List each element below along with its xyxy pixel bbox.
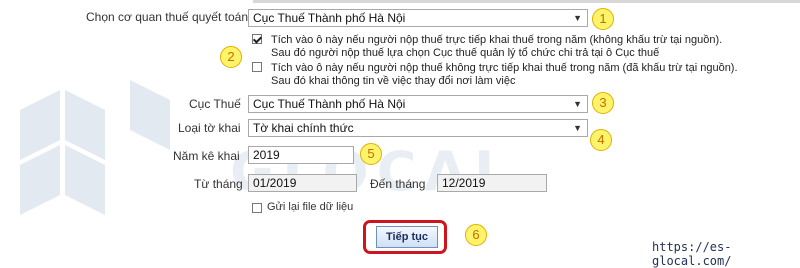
year-input[interactable]: 2019 — [248, 146, 354, 164]
tax-authority-select[interactable]: Cục Thuế Thành phố Hà Nội ▼ — [248, 9, 588, 27]
declaration-type-select[interactable]: Tờ khai chính thức ▼ — [248, 119, 588, 137]
annotation-badge-1: 1 — [592, 8, 614, 30]
continue-button[interactable]: Tiếp tục — [376, 226, 438, 248]
department-select[interactable]: Cục Thuế Thành phố Hà Nội ▼ — [248, 95, 588, 113]
to-month-input[interactable]: 12/2019 — [437, 174, 547, 192]
year-label: Năm kê khai — [173, 149, 240, 163]
direct-declaration-note-line1: Tích vào ô này nếu người nộp thuế trực t… — [271, 34, 723, 46]
declaration-type-label: Loại tờ khai — [178, 121, 241, 135]
website-url: https://es-glocal.com/ — [652, 240, 732, 268]
tax-authority-label: Chọn cơ quan thuế quyết toán — [86, 10, 248, 24]
from-month-label: Từ tháng — [194, 177, 243, 191]
resend-file-checkbox[interactable] — [252, 203, 262, 213]
annotation-badge-3: 3 — [592, 92, 614, 114]
annotation-badge-2: 2 — [220, 46, 242, 68]
from-month-input[interactable]: 01/2019 — [248, 174, 357, 192]
withheld-note-line1: Tích vào ô này nếu người nộp thuế không … — [271, 62, 738, 74]
withheld-checkbox[interactable] — [252, 62, 262, 72]
direct-declaration-note-line2: Sau đó người nộp thuế lựa chọn Cục thuế … — [271, 47, 660, 59]
dropdown-arrow-icon: ▼ — [573, 99, 582, 109]
direct-declaration-checkbox[interactable] — [252, 34, 262, 44]
annotation-badge-5: 5 — [360, 143, 382, 165]
resend-file-label: Gửi lại file dữ liệu — [267, 201, 354, 213]
top-divider — [253, 0, 800, 3]
dropdown-arrow-icon: ▼ — [573, 13, 582, 23]
withheld-note-line2: Sau đó khai thông tin về việc thay đổi n… — [271, 75, 516, 87]
to-month-label: Đến tháng — [370, 177, 426, 191]
declaration-type-value: Tờ khai chính thức — [253, 121, 354, 135]
dropdown-arrow-icon: ▼ — [573, 123, 582, 133]
department-value: Cục Thuế Thành phố Hà Nội — [253, 97, 406, 111]
annotation-badge-4: 4 — [590, 129, 612, 151]
annotation-badge-6: 6 — [465, 224, 487, 246]
tax-authority-value: Cục Thuế Thành phố Hà Nội — [253, 11, 406, 25]
department-label: Cục Thuế — [189, 97, 241, 111]
